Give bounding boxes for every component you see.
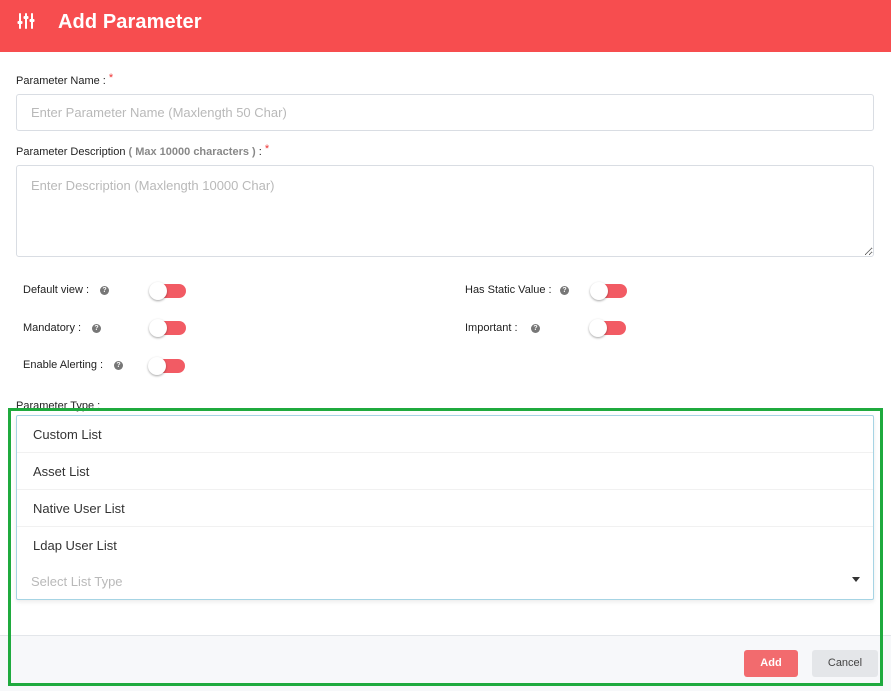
dropdown-option-custom-list[interactable]: Custom List (17, 416, 873, 453)
help-icon[interactable]: ? (92, 324, 101, 333)
toggle-knob (149, 319, 167, 337)
dropdown-option-native-user-list[interactable]: Native User List (17, 490, 873, 527)
dropdown-option-ldap-user-list[interactable]: Ldap User List (17, 527, 873, 564)
required-marker: * (264, 143, 270, 155)
description-max-hint: ( Max 10000 characters ) (128, 146, 256, 158)
list-type-dropdown[interactable]: Custom List Asset List Native User List … (16, 415, 874, 600)
parameter-description-label: Parameter Description ( Max 10000 charac… (16, 143, 270, 158)
list-type-select-placeholder[interactable]: Select List Type (31, 574, 123, 589)
mandatory-label: Mandatory : (23, 322, 82, 334)
parameter-description-label-text: Parameter Description (16, 146, 126, 158)
parameter-name-label: Parameter Name : * (16, 72, 114, 87)
parameter-name-input[interactable] (16, 94, 874, 131)
help-icon[interactable]: ? (560, 286, 569, 295)
default-view-toggle[interactable] (149, 282, 186, 300)
modal-header: Add Parameter (0, 0, 891, 52)
toggle-knob (589, 319, 607, 337)
toggle-knob (148, 357, 166, 375)
important-toggle[interactable] (589, 319, 626, 337)
important-label: Important : (465, 322, 518, 334)
toggle-knob (590, 282, 608, 300)
required-marker: * (108, 72, 114, 84)
enable-alerting-label: Enable Alerting : (23, 359, 104, 371)
enable-alerting-toggle[interactable] (148, 357, 185, 375)
cancel-button[interactable]: Cancel (812, 650, 878, 677)
help-icon[interactable]: ? (114, 361, 123, 370)
parameter-name-label-text: Parameter Name : (16, 75, 106, 87)
has-static-value-label: Has Static Value : (465, 284, 552, 296)
caret-down-icon[interactable] (852, 577, 860, 582)
modal-title: Add Parameter (58, 11, 202, 33)
add-button[interactable]: Add (744, 650, 798, 677)
toggle-knob (149, 282, 167, 300)
help-icon[interactable]: ? (100, 286, 109, 295)
sliders-icon (17, 13, 35, 29)
parameter-description-input[interactable] (16, 165, 874, 257)
help-icon[interactable]: ? (531, 324, 540, 333)
dropdown-option-asset-list[interactable]: Asset List (17, 453, 873, 490)
description-colon: : (255, 146, 262, 158)
parameter-type-label: Parameter Type : (16, 400, 101, 412)
default-view-label: Default view : (23, 284, 90, 296)
has-static-value-toggle[interactable] (590, 282, 627, 300)
mandatory-toggle[interactable] (149, 319, 186, 337)
